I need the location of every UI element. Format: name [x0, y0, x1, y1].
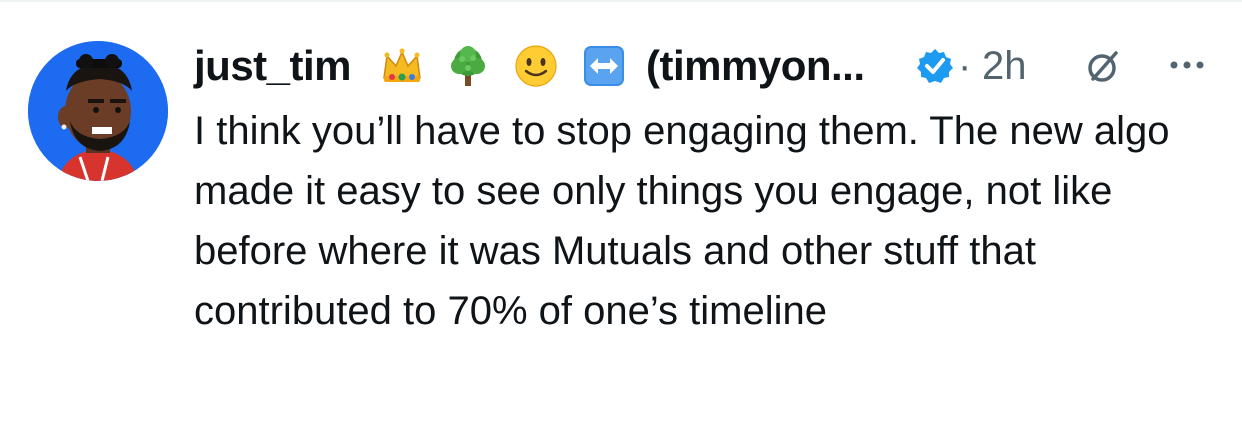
grok-icon[interactable] — [1084, 48, 1122, 86]
left-right-arrow-emoji-icon — [584, 46, 624, 86]
display-name[interactable]: just_tim — [194, 38, 352, 94]
handle[interactable]: (timmyon... — [646, 38, 865, 94]
tweet[interactable]: just_tim (timmyon... · 2h I think you’ll… — [0, 0, 1242, 426]
crown-emoji-icon — [383, 48, 421, 82]
post-text: I think you’ll have to stop engaging the… — [194, 109, 1170, 333]
verified-badge-icon — [917, 49, 953, 83]
post-time[interactable]: 2h — [982, 38, 1027, 94]
separator-dot: · — [958, 44, 972, 88]
tree-emoji-icon — [451, 46, 485, 86]
post-header: just_tim (timmyon... · 2h — [194, 38, 1224, 94]
more-icon[interactable] — [1164, 50, 1210, 80]
avatar[interactable] — [28, 41, 168, 181]
smiling-face-emoji-icon — [515, 45, 557, 87]
